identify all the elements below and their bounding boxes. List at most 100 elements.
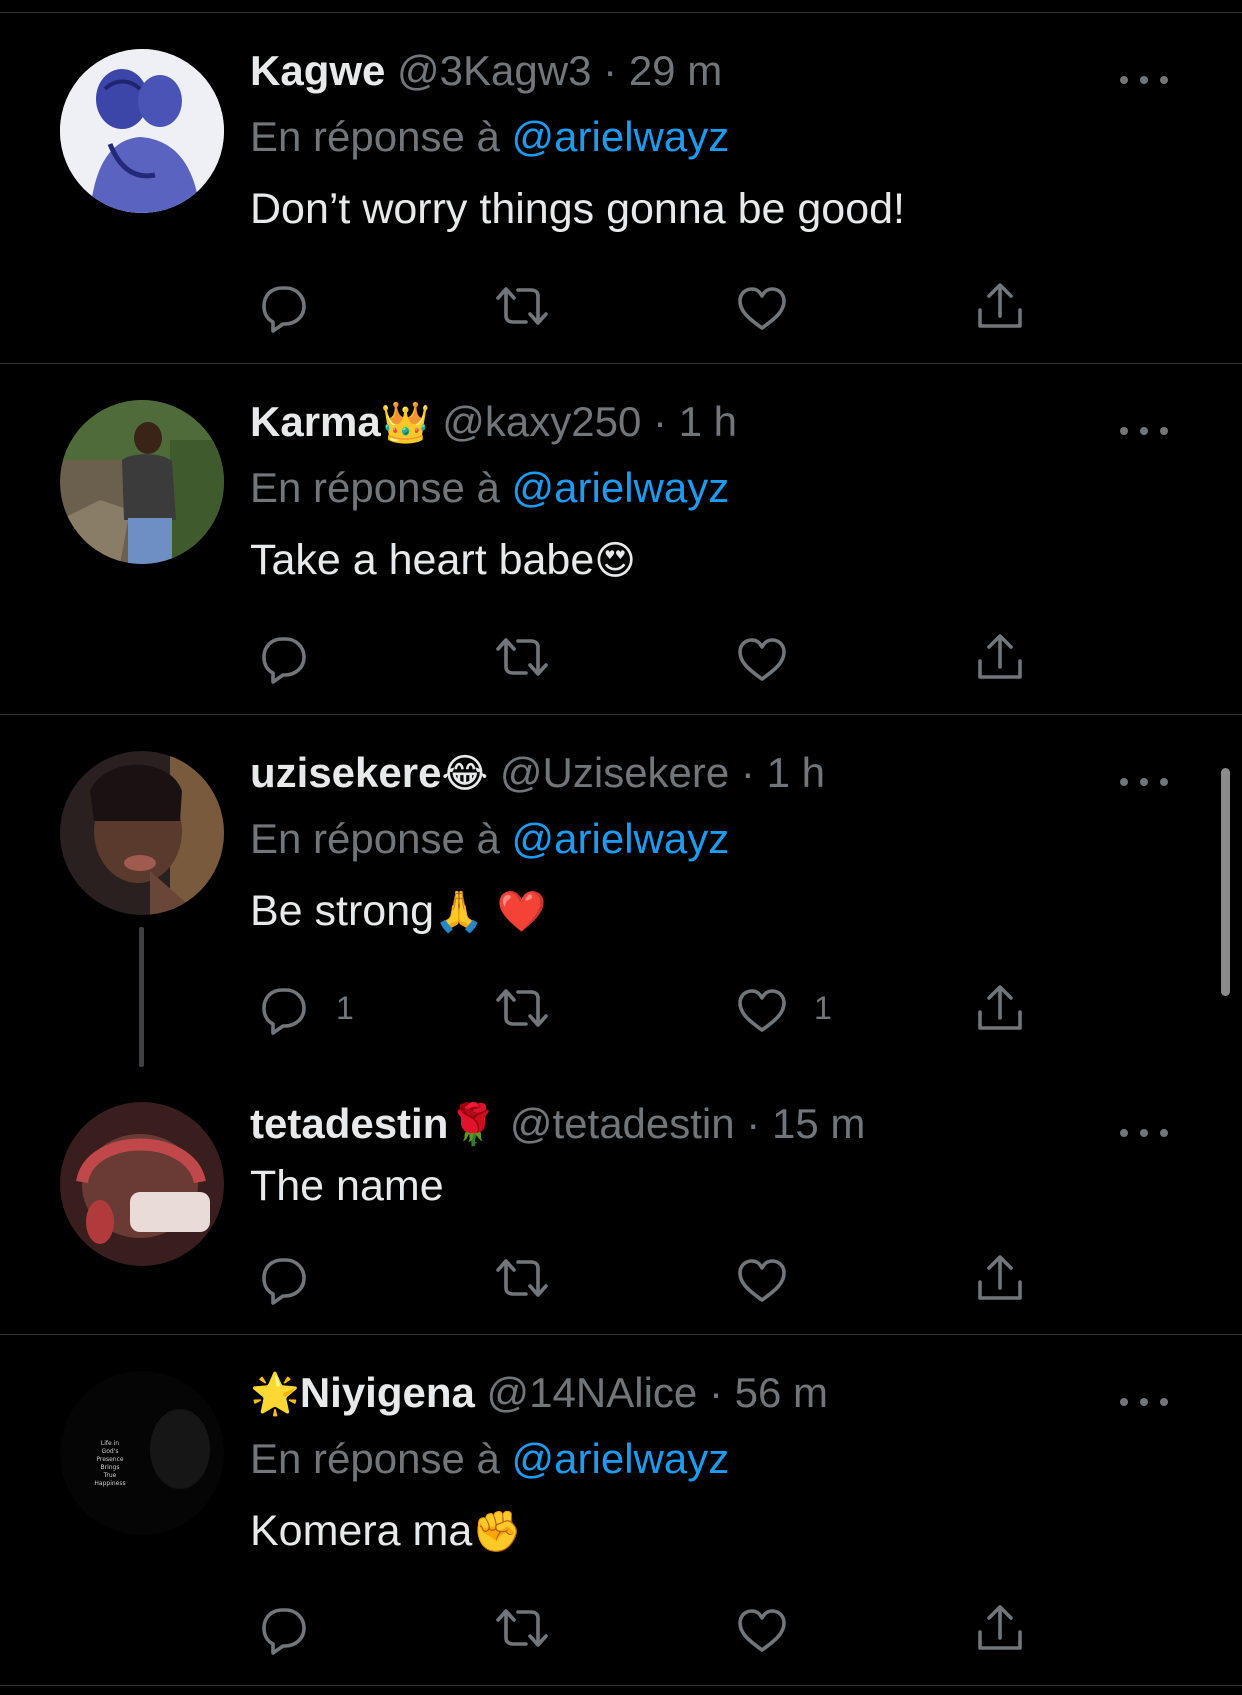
share-button[interactable] <box>966 1598 1034 1658</box>
tweet-actions <box>250 276 1050 336</box>
avatar-dark-quote-icon: Life in God's Presence Brings True Happiness <box>60 1371 224 1535</box>
avatar[interactable] <box>60 400 224 564</box>
name-emoji: 🌹 <box>448 1102 499 1148</box>
timestamp[interactable]: 29 m <box>629 47 722 94</box>
user-handle[interactable]: @3Kagw3 <box>397 47 591 94</box>
like-button[interactable] <box>728 276 814 336</box>
reply-icon <box>262 286 306 333</box>
like-button[interactable] <box>728 1598 814 1658</box>
retweet-icon <box>496 287 548 325</box>
user-handle[interactable]: @tetadestin <box>510 1100 735 1147</box>
reply-icon <box>262 988 306 1035</box>
timestamp[interactable]: 15 m <box>772 1100 865 1147</box>
retweet-button[interactable] <box>488 1598 556 1658</box>
tweet-actions <box>250 1598 1050 1658</box>
avatar-drawing-icon <box>60 49 224 213</box>
display-name[interactable]: Niyigena <box>300 1369 475 1416</box>
share-icon <box>978 1605 1022 1650</box>
avatar[interactable] <box>60 1102 224 1266</box>
top-divider <box>0 0 1242 13</box>
user-handle[interactable]: @Uzisekere <box>500 749 729 796</box>
timestamp[interactable]: 56 m <box>735 1369 828 1416</box>
retweet-icon <box>496 638 548 676</box>
share-icon <box>978 985 1022 1030</box>
timestamp[interactable]: 1 h <box>767 749 825 796</box>
reply-button[interactable] <box>250 276 336 336</box>
reply-mention-link[interactable]: @arielwayz <box>512 1435 730 1482</box>
heart-icon <box>738 989 786 1032</box>
more-options-icon[interactable] <box>1114 70 1174 90</box>
thread-connector <box>139 927 144 1067</box>
like-button[interactable] <box>728 1248 814 1308</box>
reply-mention-link[interactable]: @arielwayz <box>512 113 730 160</box>
retweet-button[interactable] <box>488 276 556 336</box>
heart-icon <box>738 287 786 330</box>
retweet-button[interactable] <box>488 627 556 687</box>
tweet[interactable]: uzisekere😂 @Uzisekere · 1 h En réponse à… <box>0 715 1242 1067</box>
separator-dot: · <box>746 1100 761 1147</box>
reply-count: 1 <box>336 989 354 1026</box>
like-button[interactable] <box>728 627 814 687</box>
tweet[interactable]: Kagwe @3Kagw3 · 29 m En réponse à @ariel… <box>0 13 1242 364</box>
reply-button[interactable] <box>250 1598 336 1658</box>
separator-dot: · <box>603 47 618 94</box>
reply-button[interactable] <box>250 1248 336 1308</box>
reply-icon <box>262 637 306 684</box>
avatar-photo-icon <box>60 400 224 564</box>
tweet-text: Be strong <box>250 887 435 935</box>
reply-icon <box>262 1608 306 1655</box>
reply-button[interactable]: 1 <box>250 978 354 1038</box>
display-name[interactable]: Kagwe <box>250 47 385 94</box>
text-emoji: ✊ <box>472 1509 523 1555</box>
reply-mention-link[interactable]: @arielwayz <box>512 464 730 511</box>
tweet-actions: 1 1 <box>250 978 1050 1038</box>
retweet-button[interactable] <box>488 1248 556 1308</box>
reply-prefix: En réponse à <box>250 113 500 160</box>
more-options-icon[interactable] <box>1114 1392 1174 1412</box>
more-options-icon[interactable] <box>1114 772 1174 792</box>
separator-dot: · <box>740 749 755 796</box>
name-emoji: 👑 <box>380 400 431 446</box>
user-handle[interactable]: @kaxy250 <box>442 398 641 445</box>
tweet[interactable]: tetadestin🌹 @tetadestin · 15 m The name <box>0 1066 1242 1335</box>
share-button[interactable] <box>966 627 1034 687</box>
avatar[interactable] <box>60 49 224 213</box>
reply-mention-link[interactable]: @arielwayz <box>512 815 730 862</box>
like-button[interactable]: 1 <box>728 978 832 1038</box>
like-count: 1 <box>814 989 832 1026</box>
reply-prefix: En réponse à <box>250 464 500 511</box>
reply-icon <box>262 1258 306 1305</box>
reply-prefix: En réponse à <box>250 815 500 862</box>
more-options-icon[interactable] <box>1114 421 1174 441</box>
share-button[interactable] <box>966 276 1034 336</box>
share-icon <box>978 1255 1022 1300</box>
scrollbar[interactable] <box>1221 768 1230 996</box>
share-button[interactable] <box>966 978 1034 1038</box>
separator-dot: · <box>708 1369 723 1416</box>
tweet-actions <box>250 1248 1050 1308</box>
tweet-text: Don’t worry things gonna be good! <box>250 185 905 233</box>
timestamp[interactable]: 1 h <box>679 398 737 445</box>
share-button[interactable] <box>966 1248 1034 1308</box>
tweet[interactable]: Karma👑 @kaxy250 · 1 h En réponse à @arie… <box>0 364 1242 715</box>
heart-icon <box>738 638 786 681</box>
reply-button[interactable] <box>250 627 336 687</box>
name-emoji: 😂 <box>441 751 489 797</box>
share-icon <box>978 634 1022 679</box>
separator-dot: · <box>652 398 667 445</box>
tweet[interactable]: Life in God's Presence Brings True Happiness … <box>0 1335 1242 1686</box>
avatar[interactable]: Life in God's Presence Brings True Happiness <box>60 1371 224 1535</box>
display-name[interactable]: uzisekere <box>250 749 441 796</box>
more-options-icon[interactable] <box>1114 1123 1174 1143</box>
retweet-icon <box>496 1609 548 1647</box>
avatar[interactable] <box>60 751 224 915</box>
display-name[interactable]: Karma <box>250 398 381 445</box>
user-handle[interactable]: @14NAlice <box>487 1369 698 1416</box>
tweet-actions <box>250 627 1050 687</box>
display-name[interactable]: tetadestin <box>250 1100 448 1147</box>
reply-prefix: En réponse à <box>250 1435 500 1482</box>
tweet-text: Take a heart babe <box>250 536 595 584</box>
retweet-button[interactable] <box>488 978 556 1038</box>
text-emoji: 😍 <box>594 538 636 584</box>
avatar-photo-icon <box>60 1102 224 1266</box>
